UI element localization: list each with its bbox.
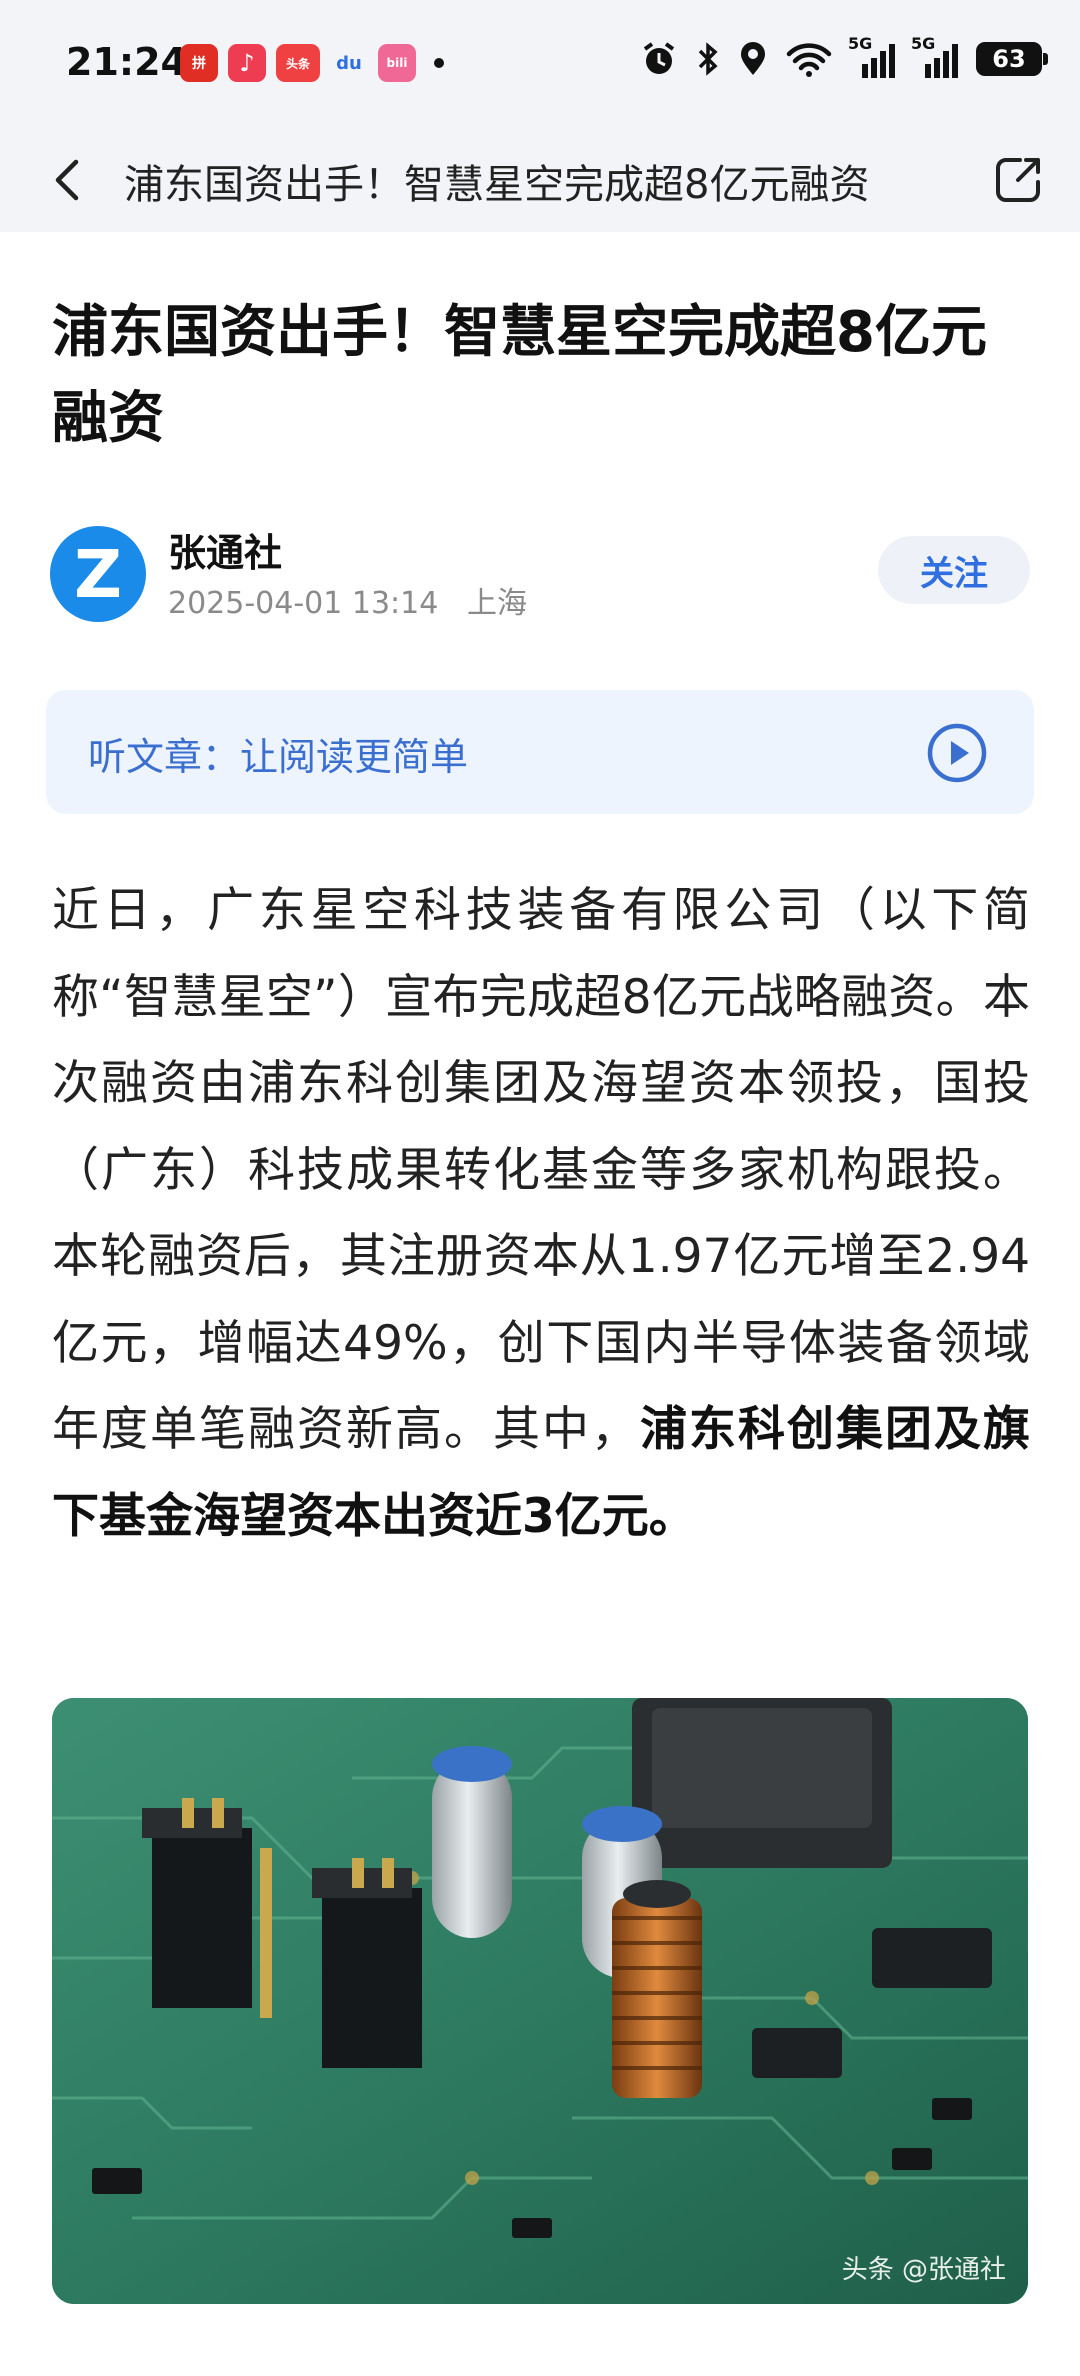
status-app-icons: 拼 ♪ 头条 du bili bbox=[180, 44, 444, 82]
publish-time: 2025-04-01 13:14 bbox=[168, 586, 439, 621]
listen-label: 听文章：让阅读更简单 bbox=[88, 735, 469, 779]
play-icon[interactable] bbox=[926, 722, 988, 784]
status-indicators: 5G 5G 63 bbox=[640, 34, 1048, 78]
location-icon bbox=[741, 42, 765, 75]
article-headline: 浦东国资出手！智慧星空完成超8亿元融资 bbox=[52, 300, 987, 451]
toutiao-icon: 头条 bbox=[276, 44, 320, 82]
bluetooth-icon bbox=[698, 42, 718, 76]
circuit-board-image bbox=[52, 1698, 1028, 2304]
signal-5g-icon-2: 5G bbox=[911, 34, 958, 78]
publish-location: 上海 bbox=[466, 586, 527, 621]
wifi-icon bbox=[786, 43, 832, 77]
battery-icon: 63 bbox=[976, 42, 1048, 76]
follow-button[interactable]: 关注 bbox=[878, 536, 1030, 604]
status-bar: 21:24 拼 ♪ 头条 du bili 5G 5G 63 bbox=[0, 0, 1080, 128]
pinduoduo-icon: 拼 bbox=[180, 44, 218, 82]
top-nav-bar: 浦东国资出手！智慧星空完成超8亿元融资 bbox=[0, 128, 1080, 232]
article-image[interactable]: 头条 @张通社 bbox=[52, 1698, 1028, 2304]
listen-article-bar[interactable]: 听文章：让阅读更简单 bbox=[46, 690, 1034, 814]
author-name[interactable]: 张通社 bbox=[168, 522, 282, 577]
status-time: 21:24 bbox=[66, 40, 187, 84]
share-icon[interactable] bbox=[990, 152, 1046, 208]
more-notifications-icon bbox=[434, 58, 444, 68]
baidu-icon: du bbox=[336, 52, 362, 74]
back-arrow-icon[interactable] bbox=[42, 152, 98, 208]
nav-title: 浦东国资出手！智慧星空完成超8亿元融资 bbox=[124, 162, 870, 208]
article-body-text: 近日，广东星空科技装备有限公司（以下简称“智慧星空”）宣布完成超8亿元战略融资。… bbox=[52, 883, 1030, 1457]
author-avatar[interactable]: Z bbox=[50, 526, 146, 622]
publish-meta: 2025-04-01 13:14 上海 bbox=[168, 578, 527, 622]
image-watermark: 头条 @张通社 bbox=[841, 2255, 1006, 2285]
signal-5g-icon: 5G bbox=[848, 34, 895, 78]
author-row: Z 张通社 2025-04-01 13:14 上海 关注 bbox=[50, 522, 1030, 622]
article-body: 近日，广东星空科技装备有限公司（以下简称“智慧星空”）宣布完成超8亿元战略融资。… bbox=[52, 868, 1030, 1560]
network-label: 5G bbox=[848, 34, 873, 53]
network-label-2: 5G bbox=[911, 34, 936, 53]
music-icon: ♪ bbox=[228, 44, 266, 82]
alarm-icon bbox=[643, 42, 675, 74]
bilibili-icon: bili bbox=[378, 44, 416, 82]
